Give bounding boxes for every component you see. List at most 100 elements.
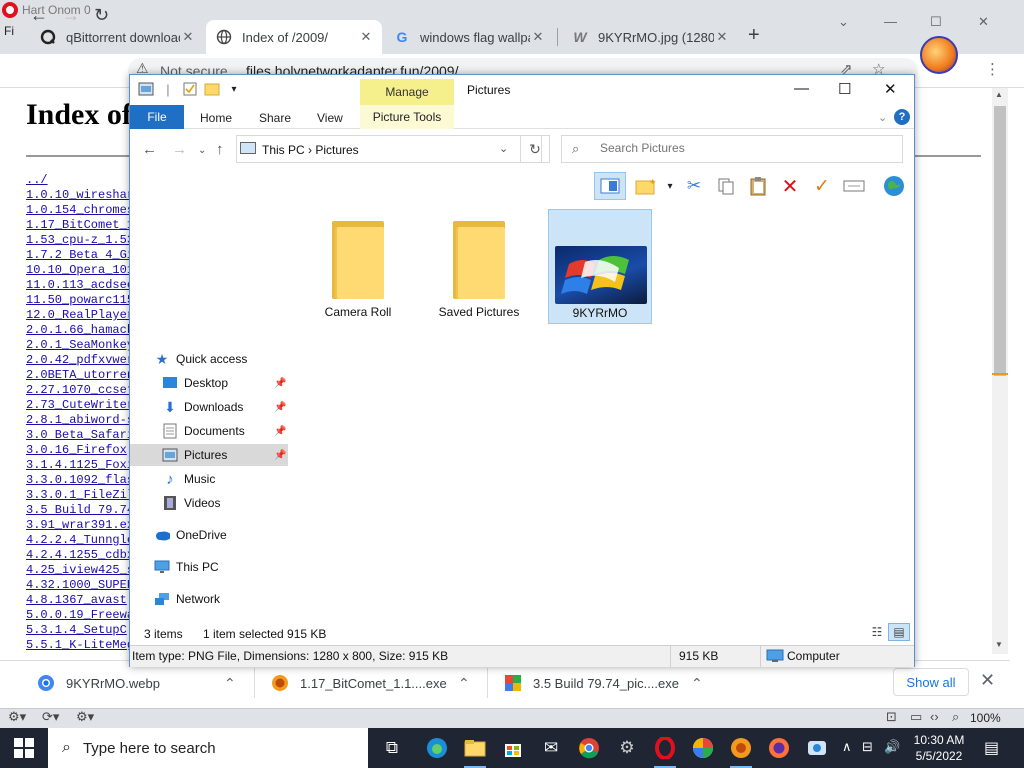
chrome-icon[interactable] <box>570 728 608 768</box>
taskbar-search[interactable]: ⌕ Type here to search <box>48 728 368 768</box>
up-icon[interactable]: ↑ <box>216 141 224 158</box>
app-icon[interactable] <box>798 728 836 768</box>
extension-badge-icon[interactable] <box>920 36 958 74</box>
zoom-level[interactable]: 100% <box>970 711 1001 725</box>
nav-onedrive[interactable]: OneDrive <box>130 524 288 546</box>
back-icon[interactable]: ← <box>142 141 157 158</box>
file-9kyrrmo[interactable]: 9KYRrMO <box>548 209 652 324</box>
zoom-search-icon[interactable]: ⌕ <box>952 709 959 725</box>
menu-dots-icon[interactable]: ⋮ <box>985 60 1000 78</box>
chevron-up-icon[interactable]: ∧ <box>842 739 852 755</box>
store-icon[interactable] <box>494 728 532 768</box>
rename-icon[interactable] <box>842 175 866 197</box>
recent-locations-chevron-icon[interactable]: ⌄ <box>198 145 206 156</box>
mail-icon[interactable]: ✉ <box>532 728 570 768</box>
nav-quick-access[interactable]: ★ Quick access <box>130 348 288 370</box>
pin-icon[interactable]: 📌 <box>274 378 286 389</box>
cloud-icon <box>154 527 170 543</box>
chevron-down-icon[interactable]: ⌄ <box>499 142 508 155</box>
forward-icon[interactable]: → <box>62 5 80 26</box>
paste-icon[interactable] <box>746 175 770 197</box>
tab-google-search[interactable]: G windows flag wallpap ✕ <box>384 20 554 54</box>
reload-icon[interactable]: ↻ <box>94 5 109 26</box>
screenshot-icon[interactable]: ⊡ <box>886 709 897 725</box>
chevron-up-icon[interactable]: ⌃ <box>691 675 703 692</box>
tab-file[interactable]: File <box>130 105 184 129</box>
nav-network[interactable]: Network <box>130 588 288 610</box>
maximize-icon[interactable]: ☐ <box>930 14 942 30</box>
page-scrollbar[interactable]: ▲ ▼ <box>992 88 1008 654</box>
windows-start-icon[interactable] <box>14 738 34 758</box>
new-folder-icon[interactable]: ✦ <box>634 175 658 197</box>
nav-downloads[interactable]: ⬇ Downloads 📌 <box>130 396 288 418</box>
tool-icon[interactable]: ⚙ <box>608 728 646 768</box>
edge-icon[interactable] <box>418 728 456 768</box>
clock[interactable]: 10:30 AM 5/5/2022 <box>906 732 972 764</box>
tab-picture-tools[interactable]: Picture Tools <box>360 105 454 129</box>
file-explorer-icon[interactable] <box>456 728 494 768</box>
close-tab-icon[interactable]: ✕ <box>180 29 196 45</box>
volume-icon[interactable]: 🔊 <box>884 739 900 755</box>
tools-icon[interactable]: ⚙▾ <box>8 709 26 725</box>
minimize-icon[interactable]: — <box>884 14 897 29</box>
pin-icon[interactable]: 📌 <box>274 450 286 461</box>
firefox-icon[interactable] <box>760 728 798 768</box>
picasa-icon[interactable] <box>684 728 722 768</box>
help-icon[interactable]: ? <box>894 109 910 125</box>
search-input[interactable] <box>600 141 890 155</box>
breadcrumb[interactable]: This PC › Pictures <box>262 143 359 157</box>
nav-documents[interactable]: Documents 📌 <box>130 420 288 442</box>
nav-desktop[interactable]: Desktop 📌 <box>130 372 288 394</box>
code-icon[interactable]: ‹› <box>930 709 939 724</box>
globe-icon[interactable] <box>882 175 906 197</box>
window-icon[interactable]: ▭ <box>910 709 922 725</box>
opera-icon[interactable] <box>646 728 684 768</box>
back-icon[interactable]: ← <box>30 5 48 26</box>
close-tab-icon[interactable]: ✕ <box>530 29 546 45</box>
tab-qbittorrent[interactable]: qBittorrent download ✕ <box>30 20 204 54</box>
close-tab-icon[interactable]: ✕ <box>358 29 374 45</box>
checkmark-icon[interactable]: ✓ <box>810 175 834 197</box>
tab-view[interactable]: View <box>317 111 343 125</box>
close-shelf-icon[interactable]: ✕ <box>980 670 995 691</box>
sync-icon[interactable]: ⟳▾ <box>42 709 59 725</box>
tab-index-of-2009[interactable]: Index of /2009/ ✕ <box>206 20 382 54</box>
preview-pane-icon[interactable] <box>598 175 622 197</box>
delete-icon[interactable]: ✕ <box>778 175 802 198</box>
chevron-down-icon[interactable]: ▾ <box>658 175 682 197</box>
notifications-icon[interactable]: ▤ <box>984 738 999 758</box>
tab-search-chevron-icon[interactable]: ⌄ <box>838 14 849 30</box>
folder-camera-roll[interactable]: Camera Roll <box>306 209 410 324</box>
nav-this-pc[interactable]: This PC <box>130 556 288 578</box>
opera-logo-icon[interactable] <box>2 2 18 18</box>
chevron-up-icon[interactable]: ⌃ <box>458 675 470 692</box>
scroll-up-icon[interactable]: ▲ <box>995 90 1003 99</box>
details-view-icon[interactable]: ☷ <box>866 623 888 641</box>
chevron-up-icon[interactable]: ⌃ <box>224 675 236 692</box>
settings-gear-icon[interactable]: ⚙▾ <box>76 709 94 725</box>
nav-videos[interactable]: Videos <box>130 492 288 514</box>
nav-pictures[interactable]: Pictures 📌 <box>130 444 288 466</box>
folder-saved-pictures[interactable]: Saved Pictures <box>427 209 531 324</box>
nav-music[interactable]: ♪ Music <box>130 468 288 490</box>
pin-icon[interactable]: 📌 <box>274 426 286 437</box>
close-tab-icon[interactable]: ✕ <box>714 29 730 45</box>
close-window-icon[interactable]: ✕ <box>978 14 989 30</box>
expand-ribbon-chevron-icon[interactable]: ⌄ <box>878 111 887 124</box>
scroll-down-icon[interactable]: ▼ <box>995 640 1003 649</box>
tab-share[interactable]: Share <box>259 111 291 125</box>
task-view-icon[interactable]: ⧉ <box>373 728 411 768</box>
new-tab-button[interactable]: + <box>748 24 760 47</box>
tab-home[interactable]: Home <box>200 111 232 125</box>
forward-icon[interactable]: → <box>172 141 187 158</box>
app-menu[interactable]: Fi <box>4 24 14 38</box>
cut-icon[interactable]: ✂ <box>682 175 706 197</box>
pin-icon[interactable]: 📌 <box>274 402 286 413</box>
large-icons-view-icon[interactable]: ▤ <box>888 623 910 641</box>
network-tray-icon[interactable]: ⊟ <box>862 739 873 755</box>
bitcomet-icon[interactable] <box>722 728 760 768</box>
tab-image-jpg[interactable]: W 9KYRrMO.jpg (1280× ✕ <box>562 20 738 54</box>
copy-icon[interactable] <box>714 175 738 197</box>
refresh-button[interactable]: ↻ <box>520 135 550 163</box>
scrollbar-thumb[interactable] <box>994 106 1006 376</box>
